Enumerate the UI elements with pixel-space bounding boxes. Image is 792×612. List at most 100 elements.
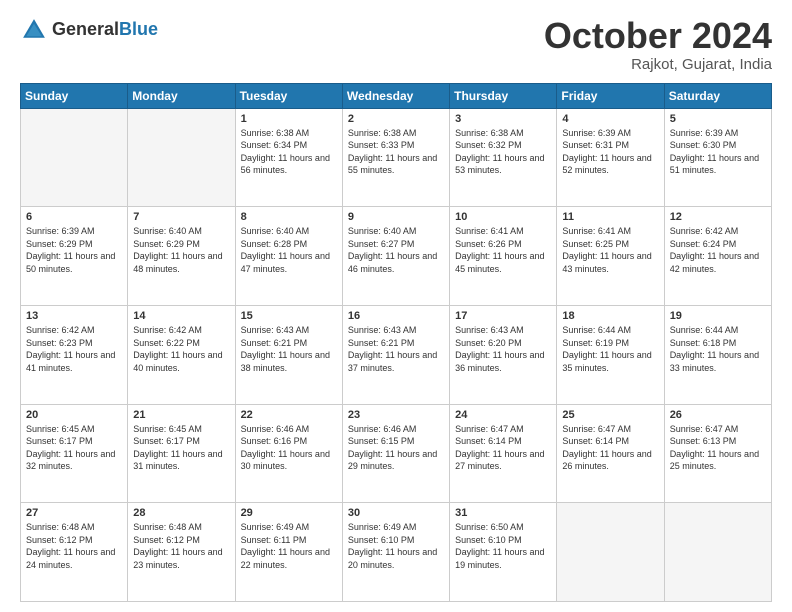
day-detail: Sunrise: 6:49 AMSunset: 6:10 PMDaylight:… <box>348 521 444 571</box>
day-detail: Sunrise: 6:39 AMSunset: 6:31 PMDaylight:… <box>562 127 658 177</box>
day-detail: Sunrise: 6:48 AMSunset: 6:12 PMDaylight:… <box>26 521 122 571</box>
day-detail: Sunrise: 6:39 AMSunset: 6:30 PMDaylight:… <box>670 127 766 177</box>
day-detail: Sunrise: 6:41 AMSunset: 6:25 PMDaylight:… <box>562 225 658 275</box>
calendar-cell <box>557 503 664 602</box>
calendar-cell: 31 Sunrise: 6:50 AMSunset: 6:10 PMDayligh… <box>450 503 557 602</box>
day-detail: Sunrise: 6:39 AMSunset: 6:29 PMDaylight:… <box>26 225 122 275</box>
weekday-header: Thursday <box>450 83 557 108</box>
day-number: 7 <box>133 211 229 223</box>
day-detail: Sunrise: 6:47 AMSunset: 6:13 PMDaylight:… <box>670 423 766 473</box>
calendar-cell: 9Sunrise: 6:40 AMSunset: 6:27 PMDaylight… <box>342 207 449 306</box>
day-detail: Sunrise: 6:45 AMSunset: 6:17 PMDaylight:… <box>26 423 122 473</box>
day-number: 8 <box>241 211 337 223</box>
day-detail: Sunrise: 6:48 AMSunset: 6:12 PMDaylight:… <box>133 521 229 571</box>
day-detail: Sunrise: 6:47 AMSunset: 6:14 PMDaylight:… <box>455 423 551 473</box>
calendar-cell: 4 Sunrise: 6:39 AMSunset: 6:31 PMDaylight… <box>557 108 664 207</box>
calendar-cell: 15Sunrise: 6:43 AMSunset: 6:21 PMDayligh… <box>235 305 342 404</box>
calendar-week-row: 1Sunrise: 6:38 AMSunset: 6:34 PMDaylight… <box>21 108 772 207</box>
calendar-cell <box>664 503 771 602</box>
page: GeneralBlue October 2024 Rajkot, Gujarat… <box>0 0 792 612</box>
title-block: October 2024 Rajkot, Gujarat, India <box>544 16 772 73</box>
header: GeneralBlue October 2024 Rajkot, Gujarat… <box>20 16 772 73</box>
day-number: 25 <box>562 409 658 421</box>
calendar-cell: 11 Sunrise: 6:41 AMSunset: 6:25 PMDayligh… <box>557 207 664 306</box>
day-number: 5 <box>670 113 766 125</box>
day-detail: Sunrise: 6:42 AMSunset: 6:24 PMDaylight:… <box>670 225 766 275</box>
day-detail: Sunrise: 6:42 AMSunset: 6:22 PMDaylight:… <box>133 324 229 374</box>
day-detail: Sunrise: 6:46 AMSunset: 6:16 PMDaylight:… <box>241 423 337 473</box>
day-number: 1 <box>241 113 337 125</box>
day-number: 23 <box>348 409 444 421</box>
logo: GeneralBlue <box>20 16 158 44</box>
day-number: 27 <box>26 507 122 519</box>
calendar-cell: 3 Sunrise: 6:38 AMSunset: 6:32 PMDaylight… <box>450 108 557 207</box>
calendar-cell: 29Sunrise: 6:49 AMSunset: 6:11 PMDayligh… <box>235 503 342 602</box>
calendar-cell: 2Sunrise: 6:38 AMSunset: 6:33 PMDaylight… <box>342 108 449 207</box>
calendar-week-row: 6 Sunrise: 6:39 AMSunset: 6:29 PMDaylight… <box>21 207 772 306</box>
calendar-cell: 21 Sunrise: 6:45 AMSunset: 6:17 PMDayligh… <box>128 404 235 503</box>
day-number: 26 <box>670 409 766 421</box>
calendar-cell: 12 Sunrise: 6:42 AMSunset: 6:24 PMDayligh… <box>664 207 771 306</box>
calendar-cell: 10 Sunrise: 6:41 AMSunset: 6:26 PMDayligh… <box>450 207 557 306</box>
calendar-week-row: 20 Sunrise: 6:45 AMSunset: 6:17 PMDayligh… <box>21 404 772 503</box>
day-number: 10 <box>455 211 551 223</box>
day-detail: Sunrise: 6:44 AMSunset: 6:18 PMDaylight:… <box>670 324 766 374</box>
day-detail: Sunrise: 6:43 AMSunset: 6:21 PMDaylight:… <box>241 324 337 374</box>
calendar-cell: 27 Sunrise: 6:48 AMSunset: 6:12 PMDayligh… <box>21 503 128 602</box>
calendar-cell: 8Sunrise: 6:40 AMSunset: 6:28 PMDaylight… <box>235 207 342 306</box>
weekday-header: Sunday <box>21 83 128 108</box>
weekday-header: Wednesday <box>342 83 449 108</box>
day-number: 13 <box>26 310 122 322</box>
calendar-cell: 16Sunrise: 6:43 AMSunset: 6:21 PMDayligh… <box>342 305 449 404</box>
calendar-cell: 14 Sunrise: 6:42 AMSunset: 6:22 PMDayligh… <box>128 305 235 404</box>
day-number: 14 <box>133 310 229 322</box>
calendar-cell: 22 Sunrise: 6:46 AMSunset: 6:16 PMDayligh… <box>235 404 342 503</box>
calendar-cell: 20 Sunrise: 6:45 AMSunset: 6:17 PMDayligh… <box>21 404 128 503</box>
day-detail: Sunrise: 6:42 AMSunset: 6:23 PMDaylight:… <box>26 324 122 374</box>
weekday-header-row: SundayMondayTuesdayWednesdayThursdayFrid… <box>21 83 772 108</box>
calendar-cell: 17Sunrise: 6:43 AMSunset: 6:20 PMDayligh… <box>450 305 557 404</box>
calendar-cell: 13 Sunrise: 6:42 AMSunset: 6:23 PMDayligh… <box>21 305 128 404</box>
day-number: 21 <box>133 409 229 421</box>
calendar-cell: 19Sunrise: 6:44 AMSunset: 6:18 PMDayligh… <box>664 305 771 404</box>
day-detail: Sunrise: 6:38 AMSunset: 6:33 PMDaylight:… <box>348 127 444 177</box>
calendar-cell: 24Sunrise: 6:47 AMSunset: 6:14 PMDayligh… <box>450 404 557 503</box>
day-number: 20 <box>26 409 122 421</box>
calendar-cell: 7Sunrise: 6:40 AMSunset: 6:29 PMDaylight… <box>128 207 235 306</box>
calendar-cell: 30 Sunrise: 6:49 AMSunset: 6:10 PMDayligh… <box>342 503 449 602</box>
month-title: October 2024 <box>544 16 772 56</box>
day-number: 17 <box>455 310 551 322</box>
calendar-week-row: 27 Sunrise: 6:48 AMSunset: 6:12 PMDayligh… <box>21 503 772 602</box>
day-number: 28 <box>133 507 229 519</box>
location: Rajkot, Gujarat, India <box>544 56 772 73</box>
calendar-table: SundayMondayTuesdayWednesdayThursdayFrid… <box>20 83 772 602</box>
day-detail: Sunrise: 6:45 AMSunset: 6:17 PMDaylight:… <box>133 423 229 473</box>
day-number: 6 <box>26 211 122 223</box>
calendar-cell: 6 Sunrise: 6:39 AMSunset: 6:29 PMDaylight… <box>21 207 128 306</box>
calendar-cell: 1Sunrise: 6:38 AMSunset: 6:34 PMDaylight… <box>235 108 342 207</box>
day-number: 4 <box>562 113 658 125</box>
day-detail: Sunrise: 6:49 AMSunset: 6:11 PMDaylight:… <box>241 521 337 571</box>
weekday-header: Friday <box>557 83 664 108</box>
day-number: 31 <box>455 507 551 519</box>
day-detail: Sunrise: 6:38 AMSunset: 6:32 PMDaylight:… <box>455 127 551 177</box>
day-detail: Sunrise: 6:41 AMSunset: 6:26 PMDaylight:… <box>455 225 551 275</box>
day-number: 3 <box>455 113 551 125</box>
day-detail: Sunrise: 6:47 AMSunset: 6:14 PMDaylight:… <box>562 423 658 473</box>
calendar-week-row: 13 Sunrise: 6:42 AMSunset: 6:23 PMDayligh… <box>21 305 772 404</box>
day-detail: Sunrise: 6:46 AMSunset: 6:15 PMDaylight:… <box>348 423 444 473</box>
day-detail: Sunrise: 6:50 AMSunset: 6:10 PMDaylight:… <box>455 521 551 571</box>
logo-icon <box>20 16 48 44</box>
day-detail: Sunrise: 6:40 AMSunset: 6:27 PMDaylight:… <box>348 225 444 275</box>
calendar-cell: 5 Sunrise: 6:39 AMSunset: 6:30 PMDaylight… <box>664 108 771 207</box>
day-number: 30 <box>348 507 444 519</box>
day-number: 22 <box>241 409 337 421</box>
logo-text: GeneralBlue <box>52 20 158 40</box>
calendar-cell: 28 Sunrise: 6:48 AMSunset: 6:12 PMDayligh… <box>128 503 235 602</box>
weekday-header: Monday <box>128 83 235 108</box>
day-number: 11 <box>562 211 658 223</box>
day-number: 12 <box>670 211 766 223</box>
day-number: 18 <box>562 310 658 322</box>
calendar-cell: 26 Sunrise: 6:47 AMSunset: 6:13 PMDayligh… <box>664 404 771 503</box>
calendar-cell <box>21 108 128 207</box>
